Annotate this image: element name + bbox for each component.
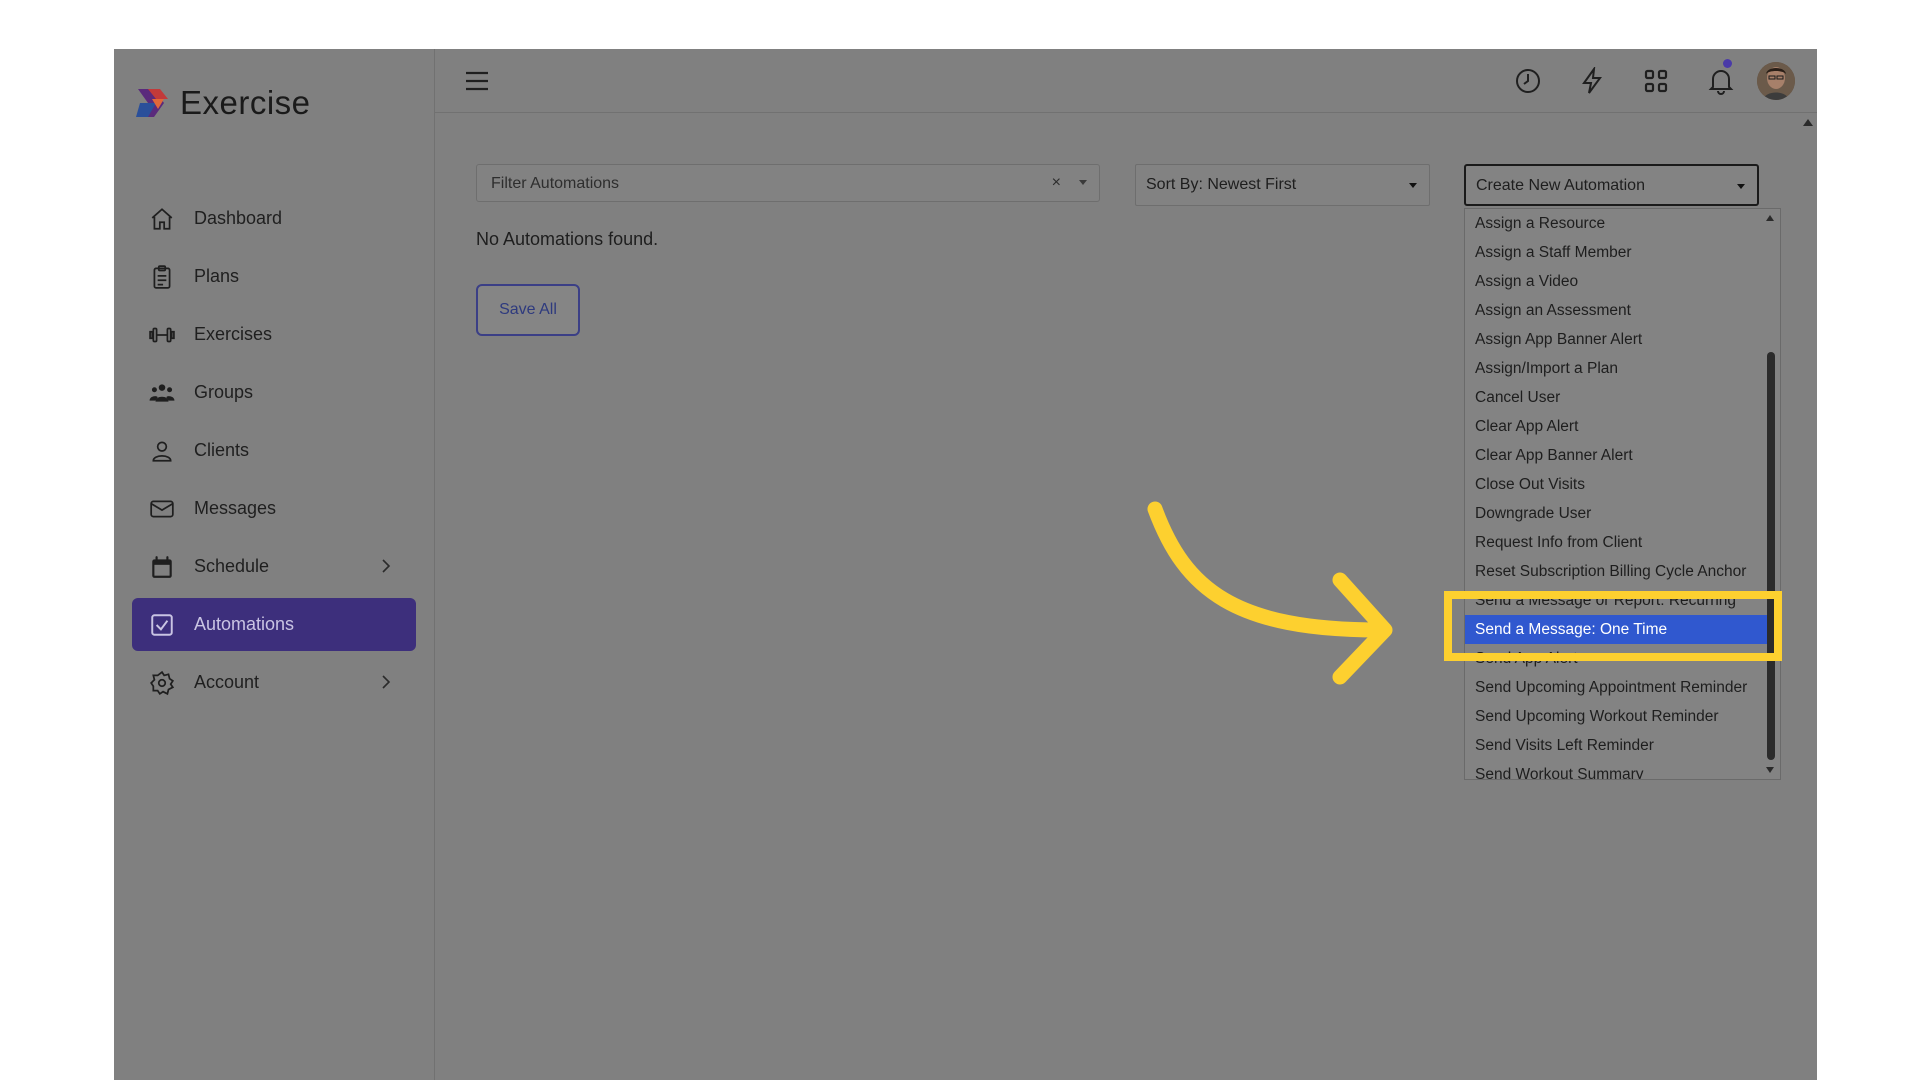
create-automation-select[interactable]: Create New Automation — [1464, 164, 1759, 206]
sidebar-item-label: Groups — [194, 382, 254, 402]
option-assign-video[interactable]: Assign a Video — [1465, 267, 1767, 296]
option-assign-resource[interactable]: Assign a Resource — [1465, 209, 1767, 238]
clipboard-icon — [148, 263, 176, 291]
sidebar-item-label: Clients — [194, 440, 250, 460]
sidebar-item-label: Plans — [194, 266, 240, 286]
sort-select[interactable]: Sort By: Newest First — [1135, 164, 1430, 206]
sidebar-nav: Dashboard Plans Exercises Groups Clients… — [132, 192, 416, 714]
option-send-workout-reminder[interactable]: Send Upcoming Workout Reminder — [1465, 702, 1767, 731]
chevron-right-icon[interactable] — [378, 673, 394, 691]
highlight-box — [1444, 591, 1782, 661]
user-icon — [148, 437, 176, 465]
mail-icon — [148, 495, 176, 523]
scroll-down-icon[interactable] — [1766, 767, 1774, 773]
sidebar: Exercise Dashboard Plans Exercises Group… — [114, 49, 435, 1080]
menu-icon[interactable] — [464, 69, 490, 93]
users-icon — [148, 379, 176, 407]
sidebar-item-messages[interactable]: Messages — [132, 482, 416, 535]
brand-name: Exercise — [180, 84, 311, 121]
sidebar-item-label: Exercises — [194, 324, 273, 344]
page-scroll-up-icon[interactable] — [1803, 119, 1813, 126]
option-close-out-visits[interactable]: Close Out Visits — [1465, 470, 1767, 499]
sidebar-item-plans[interactable]: Plans — [132, 250, 416, 303]
sidebar-item-account[interactable]: Account — [132, 656, 416, 709]
notification-dot — [1723, 59, 1732, 68]
option-cancel-user[interactable]: Cancel User — [1465, 383, 1767, 412]
brand[interactable]: Exercise — [134, 84, 311, 122]
gear-icon — [148, 669, 176, 697]
sidebar-item-dashboard[interactable]: Dashboard — [132, 192, 416, 245]
option-reset-billing-anchor[interactable]: Reset Subscription Billing Cycle Anchor — [1465, 557, 1767, 586]
logo-icon — [136, 89, 168, 117]
option-assign-app-banner-alert[interactable]: Assign App Banner Alert — [1465, 325, 1767, 354]
dropdown-arrow-icon[interactable] — [1409, 183, 1417, 188]
bell-icon[interactable] — [1707, 67, 1735, 95]
sidebar-item-exercises[interactable]: Exercises — [132, 308, 416, 361]
dropdown-arrow-icon[interactable] — [1737, 184, 1745, 189]
checkbox-icon — [148, 611, 176, 639]
sidebar-item-label: Automations — [194, 614, 295, 634]
option-assign-staff-member[interactable]: Assign a Staff Member — [1465, 238, 1767, 267]
filter-automations-select[interactable]: × — [476, 164, 1100, 203]
chevron-right-icon[interactable] — [378, 557, 394, 575]
topbar — [435, 49, 1817, 113]
lightning-icon[interactable] — [1578, 67, 1606, 95]
sidebar-item-clients[interactable]: Clients — [132, 424, 416, 477]
option-send-appointment-reminder[interactable]: Send Upcoming Appointment Reminder — [1465, 673, 1767, 702]
save-all-button[interactable]: Save All — [476, 284, 580, 336]
sidebar-item-label: Messages — [194, 498, 277, 518]
annotation-arrow-icon — [1147, 501, 1393, 685]
sidebar-item-label: Dashboard — [194, 208, 283, 228]
option-send-workout-summary[interactable]: Send Workout Summary — [1465, 760, 1767, 779]
option-assign-import-plan[interactable]: Assign/Import a Plan — [1465, 354, 1767, 383]
option-assign-assessment[interactable]: Assign an Assessment — [1465, 296, 1767, 325]
sort-value: Sort By: Newest First — [1146, 176, 1297, 193]
sidebar-item-automations[interactable]: Automations — [132, 598, 416, 651]
clock-icon[interactable] — [1514, 67, 1542, 95]
create-value: Create New Automation — [1476, 177, 1645, 194]
automation-options-list[interactable]: Assign a Resource Assign a Staff Member … — [1464, 208, 1781, 780]
option-clear-app-alert[interactable]: Clear App Alert — [1465, 412, 1767, 441]
option-clear-app-banner-alert[interactable]: Clear App Banner Alert — [1465, 441, 1767, 470]
sidebar-item-label: Account — [194, 672, 260, 692]
sidebar-item-label: Schedule — [194, 556, 270, 576]
sidebar-item-schedule[interactable]: Schedule — [132, 540, 416, 593]
scrollbar-thumb[interactable] — [1767, 352, 1775, 760]
option-request-info[interactable]: Request Info from Client — [1465, 528, 1767, 557]
scroll-up-icon[interactable] — [1766, 215, 1774, 221]
dropdown-arrow-icon[interactable] — [1079, 180, 1087, 185]
option-downgrade-user[interactable]: Downgrade User — [1465, 499, 1767, 528]
sidebar-item-groups[interactable]: Groups — [132, 366, 416, 419]
clear-filter-icon[interactable]: × — [1052, 174, 1061, 192]
filter-input[interactable] — [477, 165, 1043, 203]
home-icon — [148, 205, 176, 233]
grid-icon[interactable] — [1642, 67, 1670, 95]
calendar-icon — [148, 553, 176, 581]
dumbbell-icon — [148, 321, 176, 349]
avatar[interactable] — [1757, 62, 1795, 100]
empty-state-text: No Automations found. — [476, 229, 659, 249]
option-send-visits-left-reminder[interactable]: Send Visits Left Reminder — [1465, 731, 1767, 760]
